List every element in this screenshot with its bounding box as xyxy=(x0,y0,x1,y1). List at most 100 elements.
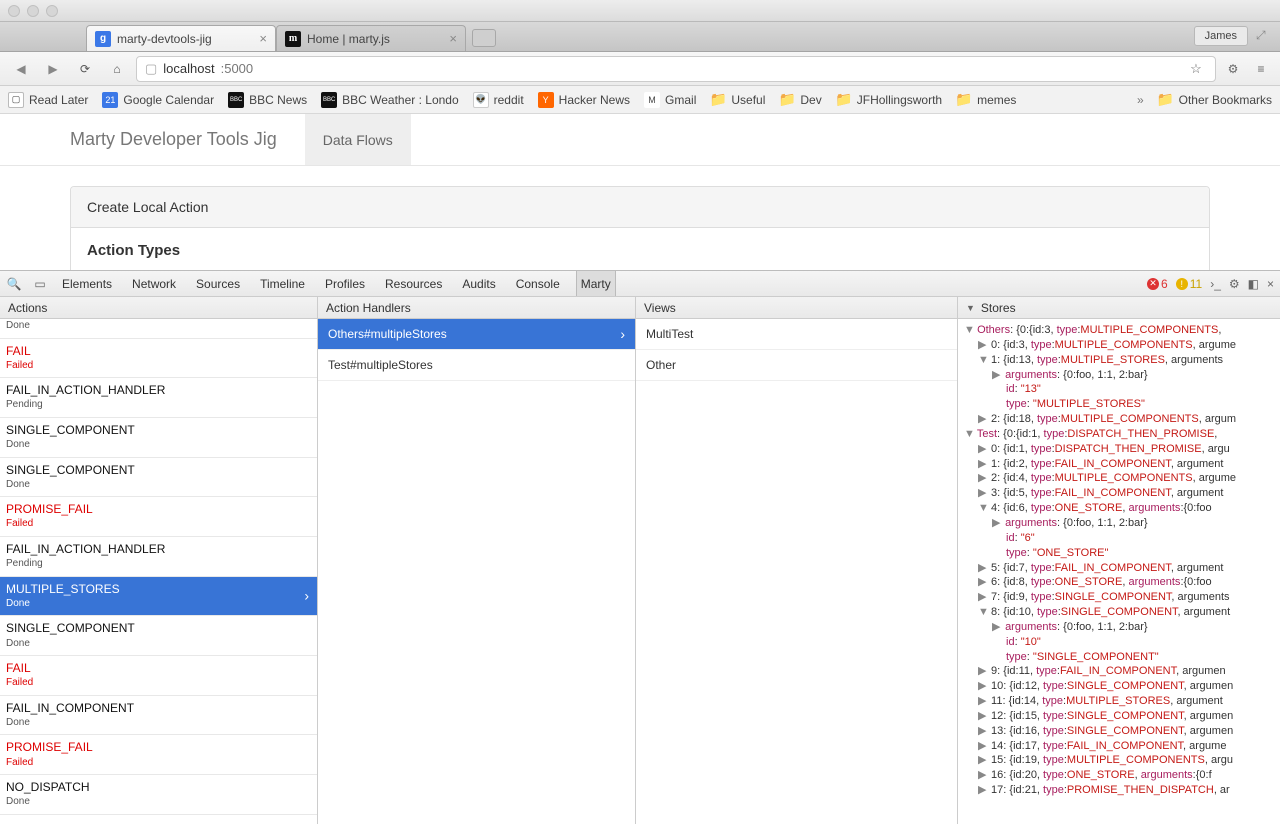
tree-row[interactable]: ▶ 7: {id:9, type:SINGLE_COMPONENT, argum… xyxy=(964,590,1274,605)
tree-row[interactable]: ▶ 2: {id:4, type:MULTIPLE_COMPONENTS, ar… xyxy=(964,471,1274,486)
tree-row[interactable]: ▶ 1: {id:2, type:FAIL_IN_COMPONENT, argu… xyxy=(964,457,1274,472)
tree-row[interactable]: type: "ONE_STORE" xyxy=(964,546,1274,561)
minimize-window-icon[interactable] xyxy=(27,5,39,17)
bookmark-item[interactable]: BBCBBC News xyxy=(228,92,307,108)
action-item[interactable]: PROMISE_FAILFailed xyxy=(0,735,317,775)
close-window-icon[interactable] xyxy=(8,5,20,17)
dock-icon[interactable]: ◧ xyxy=(1248,277,1259,291)
handler-item[interactable]: Test#multipleStores xyxy=(318,350,635,381)
tree-row[interactable]: ▶ arguments: {0:foo, 1:1, 2:bar} xyxy=(964,516,1274,531)
tree-row[interactable]: ▶ 16: {id:20, type:ONE_STORE, arguments:… xyxy=(964,768,1274,783)
drawer-toggle-icon[interactable]: ›_ xyxy=(1210,277,1221,291)
tree-row[interactable]: type: "MULTIPLE_STORES" xyxy=(964,397,1274,412)
tree-row[interactable]: ▶ 15: {id:19, type:MULTIPLE_COMPONENTS, … xyxy=(964,753,1274,768)
bookmark-item[interactable]: 📁Useful xyxy=(710,92,765,108)
back-button[interactable]: ◀ xyxy=(8,57,34,81)
devtools-tab-timeline[interactable]: Timeline xyxy=(256,271,309,296)
tree-row[interactable]: ▶ 0: {id:3, type:MULTIPLE_COMPONENTS, ar… xyxy=(964,338,1274,353)
tree-row[interactable]: ▶ 2: {id:18, type:MULTIPLE_COMPONENTS, a… xyxy=(964,412,1274,427)
tree-row[interactable]: ▶ arguments: {0:foo, 1:1, 2:bar} xyxy=(964,620,1274,635)
devtools-tab-audits[interactable]: Audits xyxy=(458,271,499,296)
tree-row[interactable]: ▶ 11: {id:14, type:MULTIPLE_STORES, argu… xyxy=(964,694,1274,709)
bookmark-item[interactable]: 📁Dev xyxy=(779,92,821,108)
bookmark-item[interactable]: 📁memes xyxy=(956,92,1016,108)
tree-row[interactable]: ▶ 5: {id:7, type:FAIL_IN_COMPONENT, argu… xyxy=(964,561,1274,576)
action-item[interactable]: NO_DISPATCHDone xyxy=(0,775,317,815)
fullscreen-icon[interactable]: ⤢ xyxy=(1256,28,1272,42)
settings-gear-icon[interactable]: ⚙ xyxy=(1229,277,1240,291)
action-item[interactable]: FAIL_IN_COMPONENTDone xyxy=(0,696,317,736)
tree-row[interactable]: ▶ 0: {id:1, type:DISPATCH_THEN_PROMISE, … xyxy=(964,442,1274,457)
close-devtools-icon[interactable]: × xyxy=(1267,277,1274,291)
home-button[interactable]: ⌂ xyxy=(104,57,130,81)
close-tab-icon[interactable]: × xyxy=(449,31,457,46)
zoom-window-icon[interactable] xyxy=(46,5,58,17)
devtools-tab-resources[interactable]: Resources xyxy=(381,271,446,296)
disclosure-triangle-icon[interactable]: ▼ xyxy=(966,303,975,313)
devtools-tab-sources[interactable]: Sources xyxy=(192,271,244,296)
profile-chip[interactable]: James xyxy=(1194,26,1248,46)
tree-row[interactable]: ▶ 9: {id:11, type:FAIL_IN_COMPONENT, arg… xyxy=(964,664,1274,679)
bookmark-item[interactable]: MGmail xyxy=(644,92,696,108)
device-icon[interactable]: ▭ xyxy=(32,277,48,291)
tree-row[interactable]: ▶ 6: {id:8, type:ONE_STORE, arguments:{0… xyxy=(964,575,1274,590)
devtools-tab-marty[interactable]: Marty xyxy=(576,271,616,296)
devtools-tab-console[interactable]: Console xyxy=(512,271,564,296)
warning-count[interactable]: !11 xyxy=(1176,277,1202,291)
tree-row[interactable]: ▼ 4: {id:6, type:ONE_STORE, arguments:{0… xyxy=(964,501,1274,516)
action-item[interactable]: MULTIPLE_STORESDone› xyxy=(0,577,317,617)
new-tab-button[interactable] xyxy=(472,29,496,47)
bookmark-item[interactable]: 21Google Calendar xyxy=(102,92,214,108)
browser-tab-1[interactable]: m Home | marty.js × xyxy=(276,25,466,51)
hamburger-menu-icon[interactable]: ≡ xyxy=(1250,62,1272,76)
stores-tree[interactable]: ▼ Others: {0:{id:3, type:MULTIPLE_COMPON… xyxy=(958,319,1280,824)
search-icon[interactable]: 🔍 xyxy=(6,277,22,291)
tree-row[interactable]: ▼ Test: {0:{id:1, type:DISPATCH_THEN_PRO… xyxy=(964,427,1274,442)
handlers-list[interactable]: Others#multipleStores›Test#multipleStore… xyxy=(318,319,635,824)
tree-row[interactable]: id: "13" xyxy=(964,382,1274,397)
tree-row[interactable]: id: "10" xyxy=(964,635,1274,650)
tree-row[interactable]: id: "6" xyxy=(964,531,1274,546)
bookmark-item[interactable]: 📁JFHollingsworth xyxy=(836,92,942,108)
tree-row[interactable]: ▼ Others: {0:{id:3, type:MULTIPLE_COMPON… xyxy=(964,323,1274,338)
view-item[interactable]: MultiTest xyxy=(636,319,957,350)
action-item[interactable]: FAIL_IN_ACTION_HANDLERPending xyxy=(0,378,317,418)
bookmarks-overflow-icon[interactable]: » xyxy=(1137,93,1144,107)
action-item[interactable]: FAILFailed xyxy=(0,656,317,696)
other-bookmarks[interactable]: 📁 Other Bookmarks xyxy=(1158,92,1272,108)
action-item[interactable]: SINGLE_COMPONENTDone xyxy=(0,616,317,656)
bookmark-star-icon[interactable]: ☆ xyxy=(1185,61,1207,77)
tree-row[interactable]: ▼ 1: {id:13, type:MULTIPLE_STORES, argum… xyxy=(964,353,1274,368)
nav-tab-dataflows[interactable]: Data Flows xyxy=(305,114,411,165)
tree-row[interactable]: ▶ 3: {id:5, type:FAIL_IN_COMPONENT, argu… xyxy=(964,486,1274,501)
actions-list[interactable]: DoneFAILFailedFAIL_IN_ACTION_HANDLERPend… xyxy=(0,319,317,824)
handler-item[interactable]: Others#multipleStores› xyxy=(318,319,635,350)
bookmark-item[interactable]: YHacker News xyxy=(538,92,630,108)
bookmark-item[interactable]: BBCBBC Weather : Londo xyxy=(321,92,459,108)
error-count[interactable]: ✕6 xyxy=(1147,277,1168,291)
tree-row[interactable]: ▶ 14: {id:17, type:FAIL_IN_COMPONENT, ar… xyxy=(964,739,1274,754)
views-list[interactable]: MultiTestOther xyxy=(636,319,957,824)
tree-row[interactable]: ▶ 12: {id:15, type:SINGLE_COMPONENT, arg… xyxy=(964,709,1274,724)
action-item[interactable]: FAIL_IN_ACTION_HANDLERPending xyxy=(0,537,317,577)
close-tab-icon[interactable]: × xyxy=(259,31,267,46)
devtools-tab-profiles[interactable]: Profiles xyxy=(321,271,369,296)
forward-button[interactable]: ▶ xyxy=(40,57,66,81)
view-item[interactable]: Other xyxy=(636,350,957,381)
tree-row[interactable]: ▼ 8: {id:10, type:SINGLE_COMPONENT, argu… xyxy=(964,605,1274,620)
action-item[interactable]: FAILFailed xyxy=(0,339,317,379)
action-item[interactable]: SINGLE_COMPONENTDone xyxy=(0,458,317,498)
action-item[interactable]: SINGLE_COMPONENTDone xyxy=(0,418,317,458)
browser-tab-0[interactable]: g marty-devtools-jig × xyxy=(86,25,276,51)
action-item[interactable]: PROMISE_FAILFailed xyxy=(0,497,317,537)
address-bar[interactable]: ▢ localhost:5000 ☆ xyxy=(136,56,1216,82)
reload-button[interactable]: ⟳ xyxy=(72,57,98,81)
tree-row[interactable]: ▶ 17: {id:21, type:PROMISE_THEN_DISPATCH… xyxy=(964,783,1274,798)
action-item[interactable]: Done xyxy=(0,319,317,339)
tree-row[interactable]: ▶ 10: {id:12, type:SINGLE_COMPONENT, arg… xyxy=(964,679,1274,694)
bookmark-item[interactable]: ▢Read Later xyxy=(8,92,88,108)
settings-gear-icon[interactable]: ⚙ xyxy=(1222,62,1244,76)
tree-row[interactable]: ▶ arguments: {0:foo, 1:1, 2:bar} xyxy=(964,368,1274,383)
devtools-tab-elements[interactable]: Elements xyxy=(58,271,116,296)
bookmark-item[interactable]: 👽reddit xyxy=(473,92,524,108)
